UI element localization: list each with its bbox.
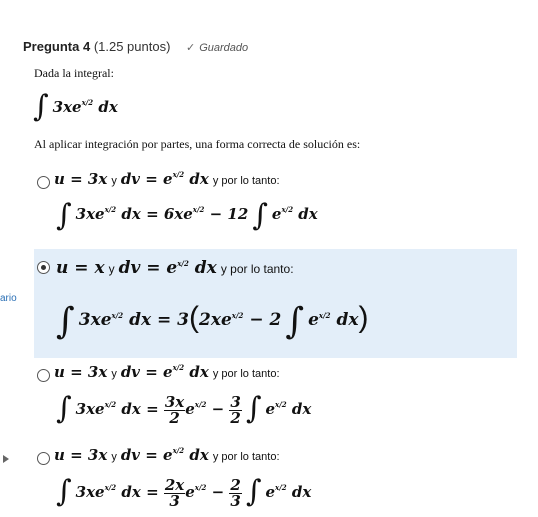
radio-button-icon[interactable]: [37, 176, 50, 189]
option-3[interactable]: u = 3x y dv = ex/2 dx y por lo tanto: ∫ …: [34, 363, 517, 443]
radio-button-icon[interactable]: [37, 261, 50, 274]
option-connector: y: [111, 368, 117, 380]
checkmark-icon: ✓: [186, 42, 196, 54]
sidebar-cut-text: ario: [0, 293, 17, 304]
radio-button-icon[interactable]: [37, 369, 50, 382]
saved-label: Guardado: [199, 42, 249, 54]
instruction-text: Al aplicar integración por partes, una f…: [34, 137, 361, 151]
option-2[interactable]: u = x y dv = ex/2 dx y por lo tanto: ∫ 3…: [34, 249, 517, 358]
option-tail: y por lo tanto:: [212, 368, 280, 380]
question-points: (1.25 puntos): [93, 39, 171, 54]
given-integral: ∫ 3xex/2 dx: [33, 89, 118, 124]
triangle-right-icon[interactable]: [3, 455, 9, 463]
radio-button-icon[interactable]: [37, 452, 50, 465]
question-prompt: Dada la integral:: [34, 66, 114, 80]
option-1[interactable]: u = 3x y dv = ex/2 dx y por lo tanto: ∫ …: [34, 167, 517, 247]
question-label: Pregunta 4: [23, 39, 91, 54]
option-connector: y: [111, 175, 117, 187]
option-tail: y por lo tanto:: [212, 451, 280, 463]
option-4[interactable]: u = 3x y dv = ex/2 dx y por lo tanto: ∫ …: [34, 446, 517, 517]
option-tail: y por lo tanto:: [212, 175, 280, 187]
question-header: Pregunta 4 (1.25 puntos): [23, 39, 170, 54]
option-connector: y: [108, 262, 115, 276]
option-connector: y: [111, 451, 117, 463]
option-tail: y por lo tanto:: [220, 262, 294, 276]
saved-status: ✓ Guardado: [186, 41, 248, 54]
